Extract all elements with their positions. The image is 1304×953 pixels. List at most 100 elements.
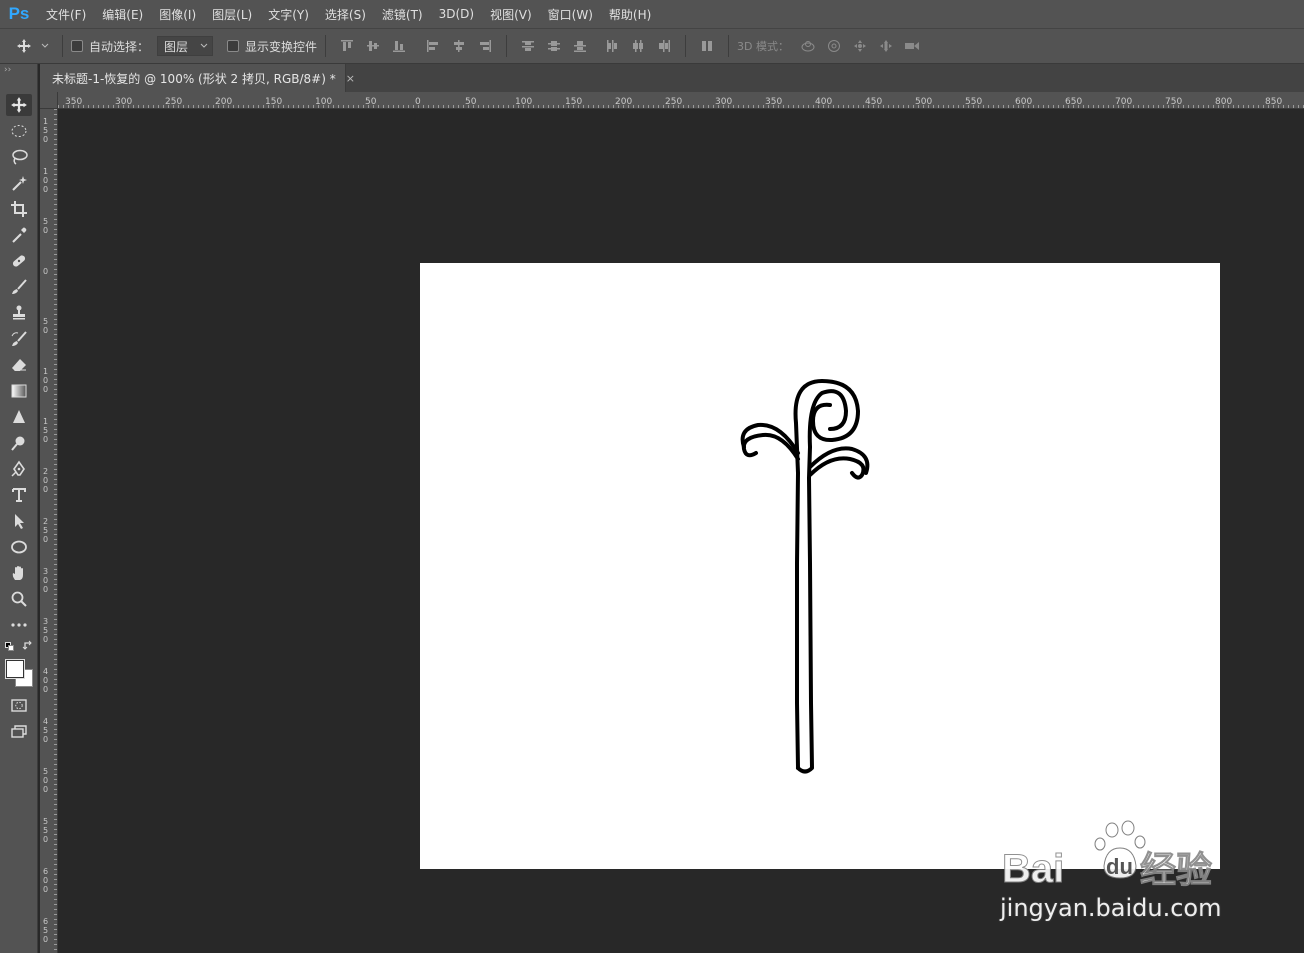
marquee-tool-icon[interactable] bbox=[6, 120, 32, 142]
menu-3d[interactable]: 3D(D) bbox=[431, 7, 482, 21]
ruler-label: 300 bbox=[115, 97, 132, 107]
ruler-label: 0 bbox=[43, 835, 48, 844]
document-canvas[interactable] bbox=[420, 263, 1220, 869]
ruler-label: 0 bbox=[43, 676, 48, 685]
menu-help[interactable]: 帮助(H) bbox=[601, 6, 659, 23]
align-horizontal-center-icon[interactable] bbox=[451, 38, 467, 54]
ruler-label: 750 bbox=[1165, 97, 1182, 107]
align-right-icon[interactable] bbox=[477, 38, 493, 54]
menu-file[interactable]: 文件(F) bbox=[38, 6, 94, 23]
auto-select-label: 自动选择： bbox=[89, 39, 150, 54]
auto-select-option[interactable]: 自动选择： bbox=[71, 38, 149, 55]
more-tools-icon[interactable] bbox=[6, 614, 32, 636]
magic-wand-tool-icon[interactable] bbox=[6, 172, 32, 194]
auto-align-layers-icon[interactable] bbox=[699, 38, 715, 54]
lasso-tool-icon[interactable] bbox=[6, 146, 32, 168]
align-bottom-icon[interactable] bbox=[391, 38, 407, 54]
ruler-label: 5 bbox=[43, 426, 48, 435]
move-tool-icon[interactable] bbox=[6, 94, 32, 116]
document-tab[interactable]: 未标题-1-恢复的 @ 100% (形状 2 拷贝, RGB/8#) * × bbox=[40, 64, 355, 92]
eyedropper-tool-icon[interactable] bbox=[6, 224, 32, 246]
ruler-label: 0 bbox=[43, 385, 48, 394]
screen-mode-icon[interactable] bbox=[6, 720, 32, 742]
align-left-icon[interactable] bbox=[425, 38, 441, 54]
ruler-label: 5 bbox=[43, 817, 48, 826]
menu-edit[interactable]: 编辑(E) bbox=[94, 6, 151, 23]
ruler-label: 550 bbox=[965, 97, 982, 107]
document-tab-title: 未标题-1-恢复的 @ 100% (形状 2 拷贝, RGB/8#) * bbox=[52, 71, 336, 86]
vertical-ruler[interactable]: 1501005005010015020025030035040045050055… bbox=[40, 109, 58, 953]
path-selection-tool-icon[interactable] bbox=[6, 510, 32, 532]
align-top-icon[interactable] bbox=[339, 38, 355, 54]
menu-layer[interactable]: 图层(L) bbox=[204, 6, 260, 23]
chevron-down-icon[interactable] bbox=[40, 38, 50, 54]
ruler-label: 4 bbox=[43, 667, 48, 676]
ruler-label: 350 bbox=[765, 97, 782, 107]
distribute-top-icon[interactable] bbox=[520, 38, 536, 54]
default-colors-icon[interactable] bbox=[5, 642, 15, 652]
ruler-label: 650 bbox=[1065, 97, 1082, 107]
menu-view[interactable]: 视图(V) bbox=[482, 6, 540, 23]
auto-select-dropdown[interactable]: 图层 bbox=[157, 36, 214, 56]
quick-mask-icon[interactable] bbox=[6, 694, 32, 716]
roll-3d-icon[interactable] bbox=[826, 38, 842, 54]
separator bbox=[685, 35, 687, 57]
ruler-label: 5 bbox=[43, 767, 48, 776]
menu-window[interactable]: 窗口(W) bbox=[540, 6, 601, 23]
distribute-left-icon[interactable] bbox=[604, 38, 620, 54]
svg-text:Bai: Bai bbox=[1002, 847, 1064, 891]
slide-3d-icon[interactable] bbox=[878, 38, 894, 54]
distribute-horizontal-center-icon[interactable] bbox=[630, 38, 646, 54]
ruler-label: 400 bbox=[815, 97, 832, 107]
shape-layer-artwork[interactable] bbox=[420, 263, 1220, 869]
eraser-tool-icon[interactable] bbox=[6, 354, 32, 376]
hand-tool-icon[interactable] bbox=[6, 562, 32, 584]
dodge-tool-icon[interactable] bbox=[6, 432, 32, 454]
clone-stamp-tool-icon[interactable] bbox=[6, 302, 32, 324]
menu-filter[interactable]: 滤镜(T) bbox=[374, 6, 431, 23]
ruler-label: 6 bbox=[43, 867, 48, 876]
move-tool-preset-icon[interactable] bbox=[13, 38, 35, 54]
crop-tool-icon[interactable] bbox=[6, 198, 32, 220]
auto-select-checkbox[interactable] bbox=[71, 40, 83, 52]
gradient-tool-icon[interactable] bbox=[6, 380, 32, 402]
foreground-color-swatch[interactable] bbox=[6, 660, 24, 678]
ruler-label: 5 bbox=[43, 826, 48, 835]
ruler-label: 5 bbox=[43, 626, 48, 635]
horizontal-ruler[interactable]: 350 300 250 200 150 100 50 0 50 100 150 200 250 300 35… bbox=[58, 92, 1304, 109]
ruler-label: 1 bbox=[43, 417, 48, 426]
document-tab-bar: 未标题-1-恢复的 @ 100% (形状 2 拷贝, RGB/8#) * × bbox=[40, 64, 1304, 92]
show-transform-checkbox[interactable] bbox=[227, 40, 240, 52]
shape-tool-icon[interactable] bbox=[6, 536, 32, 558]
ruler-label: 0 bbox=[43, 326, 48, 335]
menu-image[interactable]: 图像(I) bbox=[151, 6, 204, 23]
type-tool-icon[interactable] bbox=[6, 484, 32, 506]
scale-3d-icon[interactable] bbox=[904, 38, 920, 54]
baidu-jingyan-watermark: Bai 经验 du jingyan.baidu.com bbox=[1000, 820, 1240, 930]
zoom-tool-icon[interactable] bbox=[6, 588, 32, 610]
swap-colors-icon[interactable] bbox=[22, 640, 34, 652]
menu-select[interactable]: 选择(S) bbox=[317, 6, 374, 23]
ruler-label: 50 bbox=[465, 97, 477, 107]
ruler-label: 450 bbox=[865, 97, 882, 107]
ruler-label: 200 bbox=[615, 97, 632, 107]
menu-bar: Ps 文件(F) 编辑(E) 图像(I) 图层(L) 文字(Y) 选择(S) 滤… bbox=[0, 0, 1304, 28]
distribute-vertical-center-icon[interactable] bbox=[546, 38, 562, 54]
pen-tool-icon[interactable] bbox=[6, 458, 32, 480]
healing-brush-tool-icon[interactable] bbox=[6, 250, 32, 272]
distribute-bottom-icon[interactable] bbox=[572, 38, 588, 54]
ruler-label: 800 bbox=[1215, 97, 1232, 107]
align-vertical-center-icon[interactable] bbox=[365, 38, 381, 54]
close-icon[interactable]: × bbox=[346, 72, 355, 85]
distribute-right-icon[interactable] bbox=[656, 38, 672, 54]
drag-3d-icon[interactable] bbox=[852, 38, 868, 54]
menu-type[interactable]: 文字(Y) bbox=[260, 6, 317, 23]
history-brush-tool-icon[interactable] bbox=[6, 328, 32, 350]
show-transform-option[interactable]: 显示变换控件 bbox=[227, 38, 317, 55]
separator bbox=[62, 35, 63, 57]
brush-tool-icon[interactable] bbox=[6, 276, 32, 298]
orbit-3d-icon[interactable] bbox=[800, 38, 816, 54]
ruler-origin[interactable] bbox=[40, 92, 58, 109]
blur-tool-icon[interactable] bbox=[6, 406, 32, 428]
collapse-panel-icon[interactable]: ›› bbox=[0, 64, 37, 78]
